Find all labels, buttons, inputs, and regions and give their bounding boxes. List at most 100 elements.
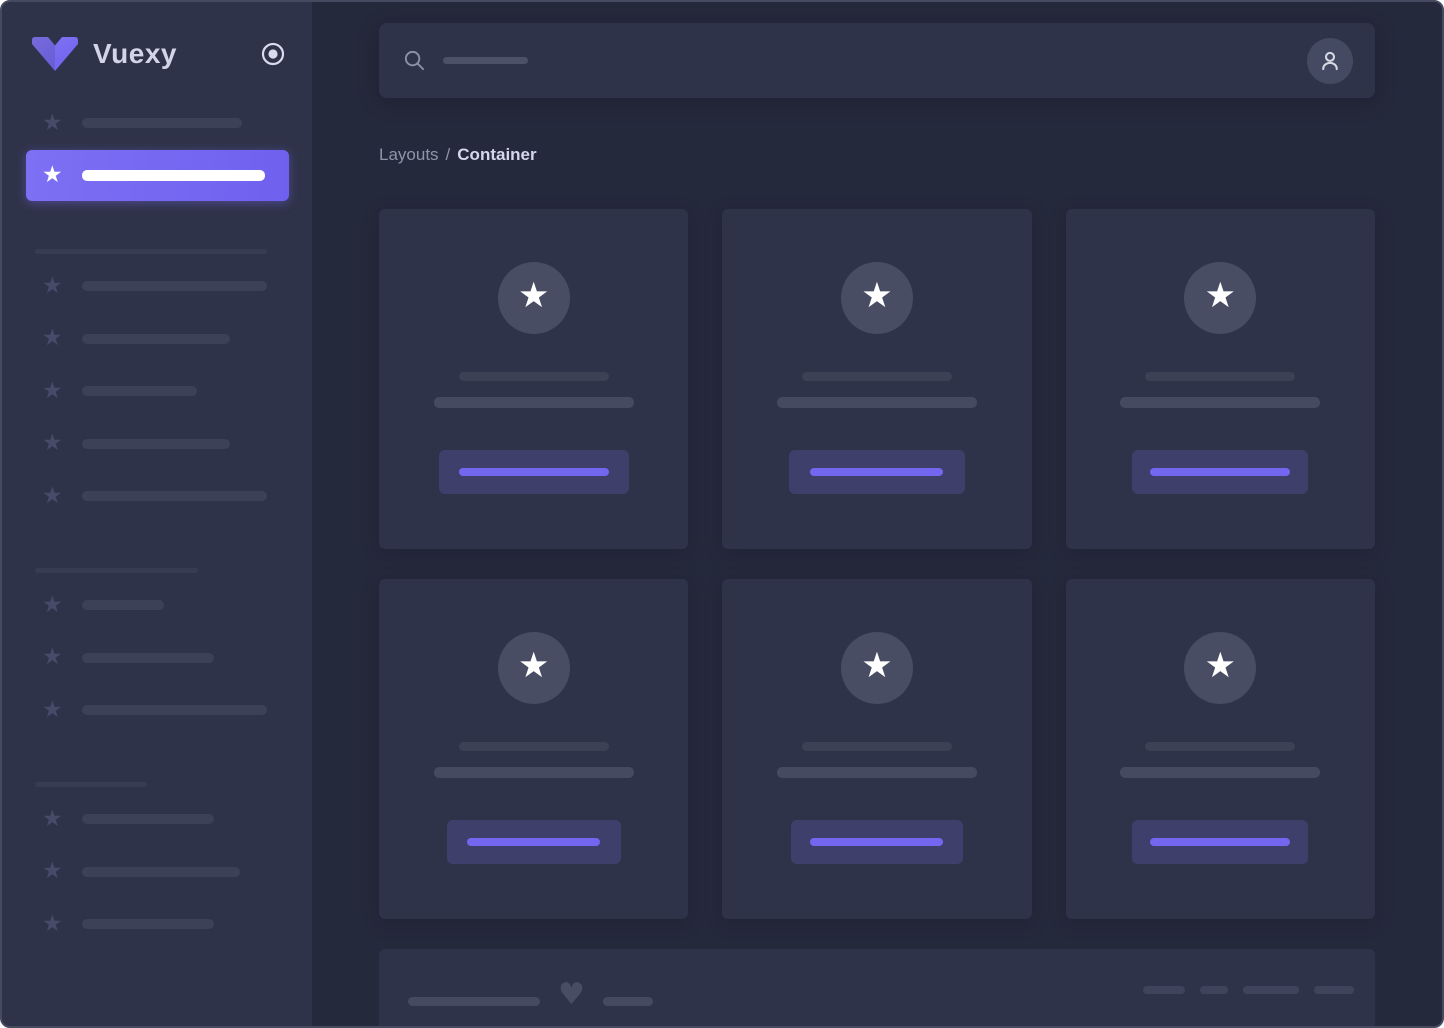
card-button[interactable] — [788, 450, 965, 494]
menu-label-bar — [82, 333, 230, 344]
card-avatar-circle: ★ — [497, 632, 570, 704]
menu-label-bar — [82, 919, 214, 929]
menu-label-bar — [82, 652, 214, 663]
person-icon — [1322, 51, 1338, 70]
menu-label-bar — [82, 386, 197, 396]
button-label-bar — [810, 468, 944, 476]
section-title-bar — [35, 782, 147, 787]
sidebar-item[interactable]: ★ — [2, 110, 312, 136]
star-icon: ★ — [42, 377, 63, 404]
card-button[interactable] — [438, 450, 629, 494]
card-avatar-circle: ★ — [1184, 632, 1257, 704]
demo-card: ★ — [722, 209, 1032, 549]
sidebar-item[interactable]: ★ — [2, 273, 312, 299]
menu-label-bar — [82, 705, 267, 715]
breadcrumb: Layouts / Container — [379, 145, 1375, 165]
heart-icon: ♥ — [558, 977, 585, 1012]
star-icon: ★ — [1204, 276, 1237, 316]
sidebar-item[interactable]: ★ — [2, 378, 312, 404]
sidebar-item[interactable]: ★ — [2, 911, 312, 937]
sidebar-item[interactable]: ★ — [2, 859, 312, 885]
sidebar-item[interactable]: ★ — [2, 592, 312, 618]
card-subtitle-bar — [776, 397, 977, 408]
brand-name: Vuexy — [93, 38, 177, 69]
menu-label-bar — [82, 866, 240, 877]
section-title-bar — [35, 249, 267, 254]
card-avatar-circle: ★ — [840, 632, 913, 704]
button-label-bar — [467, 838, 601, 846]
breadcrumb-separator: / — [445, 145, 451, 164]
card-subtitle-bar — [433, 767, 634, 778]
sidebar-item[interactable]: ★ — [2, 645, 312, 671]
breadcrumb-current: Container — [457, 145, 537, 164]
star-icon: ★ — [42, 858, 63, 884]
button-label-bar — [1150, 838, 1291, 846]
demo-card: ★ — [379, 579, 689, 919]
menu-label-bar — [82, 814, 214, 824]
footer-credit-bar — [602, 996, 653, 1006]
card-subtitle-bar — [433, 397, 634, 408]
star-icon: ★ — [861, 646, 893, 686]
card-button[interactable] — [790, 820, 963, 864]
card-subtitle-bar — [1120, 397, 1321, 408]
card-subtitle-bar — [776, 767, 977, 778]
card-button[interactable] — [1132, 820, 1309, 864]
star-icon: ★ — [42, 644, 63, 670]
sidebar-section-header — [2, 782, 312, 787]
brand-header: Vuexy — [2, 2, 312, 72]
sidebar-item[interactable]: ★ — [2, 697, 312, 723]
card-title-bar — [801, 372, 952, 381]
star-icon: ★ — [42, 325, 63, 351]
footer-link-bar — [1143, 986, 1185, 994]
main-content: Layouts / Container ★ ★ ★ ★ ★ ★ ♥ — [312, 2, 1442, 1026]
star-icon: ★ — [42, 591, 63, 618]
menu-label-bar — [82, 491, 267, 501]
card-title-bar — [801, 742, 952, 751]
card-grid: ★ ★ ★ ★ ★ ★ — [379, 209, 1375, 919]
demo-card: ★ — [1065, 209, 1375, 549]
star-icon: ★ — [517, 276, 550, 316]
vuexy-logo-icon — [32, 37, 78, 71]
footer-left-group: ♥ — [408, 980, 653, 1016]
star-icon: ★ — [42, 272, 63, 299]
breadcrumb-parent[interactable]: Layouts — [379, 145, 439, 164]
footer-right-group — [1143, 986, 1354, 994]
sidebar-item[interactable]: ★ — [2, 806, 312, 832]
demo-card: ★ — [379, 209, 689, 549]
card-avatar-circle: ★ — [1184, 262, 1257, 334]
card-title-bar — [458, 372, 609, 381]
footer-link-bar — [1200, 986, 1228, 994]
star-icon: ★ — [42, 696, 63, 723]
sidebar-section-header — [2, 249, 312, 254]
star-icon: ★ — [42, 805, 63, 832]
footer-card: ♥ — [379, 949, 1375, 1026]
menu-label-bar — [82, 170, 265, 181]
button-label-bar — [458, 468, 609, 476]
sidebar-item[interactable]: ★ — [2, 483, 312, 509]
demo-card: ★ — [1065, 579, 1375, 919]
menu-label-bar — [82, 281, 267, 291]
card-button[interactable] — [446, 820, 621, 864]
user-avatar[interactable] — [1307, 37, 1353, 84]
sidebar-item-active[interactable]: ★ — [26, 150, 289, 201]
sidebar-item[interactable]: ★ — [2, 431, 312, 457]
section-title-bar — [35, 568, 198, 573]
sidebar-section-header — [2, 568, 312, 573]
star-icon: ★ — [42, 430, 63, 456]
sidebar-item[interactable]: ★ — [2, 326, 312, 352]
card-avatar-circle: ★ — [840, 262, 913, 334]
footer-copyright-bar — [408, 996, 540, 1006]
card-title-bar — [1145, 742, 1296, 751]
button-label-bar — [810, 838, 944, 846]
card-button[interactable] — [1132, 450, 1309, 494]
demo-card: ★ — [722, 579, 1032, 919]
star-icon: ★ — [1204, 646, 1237, 686]
search-bar[interactable] — [379, 23, 1375, 98]
card-avatar-circle: ★ — [497, 262, 570, 334]
menu-label-bar — [82, 118, 242, 128]
card-title-bar — [1145, 372, 1296, 381]
menu-label-bar — [82, 600, 164, 610]
nav-pin-toggle-icon[interactable] — [261, 42, 285, 66]
menu-label-bar — [82, 438, 230, 449]
app-frame: Vuexy ★ ★ ★ ★ ★ ★ ★ ★ ★ ★ ★ ★ ★ Layouts / Conta — [0, 0, 1444, 1028]
